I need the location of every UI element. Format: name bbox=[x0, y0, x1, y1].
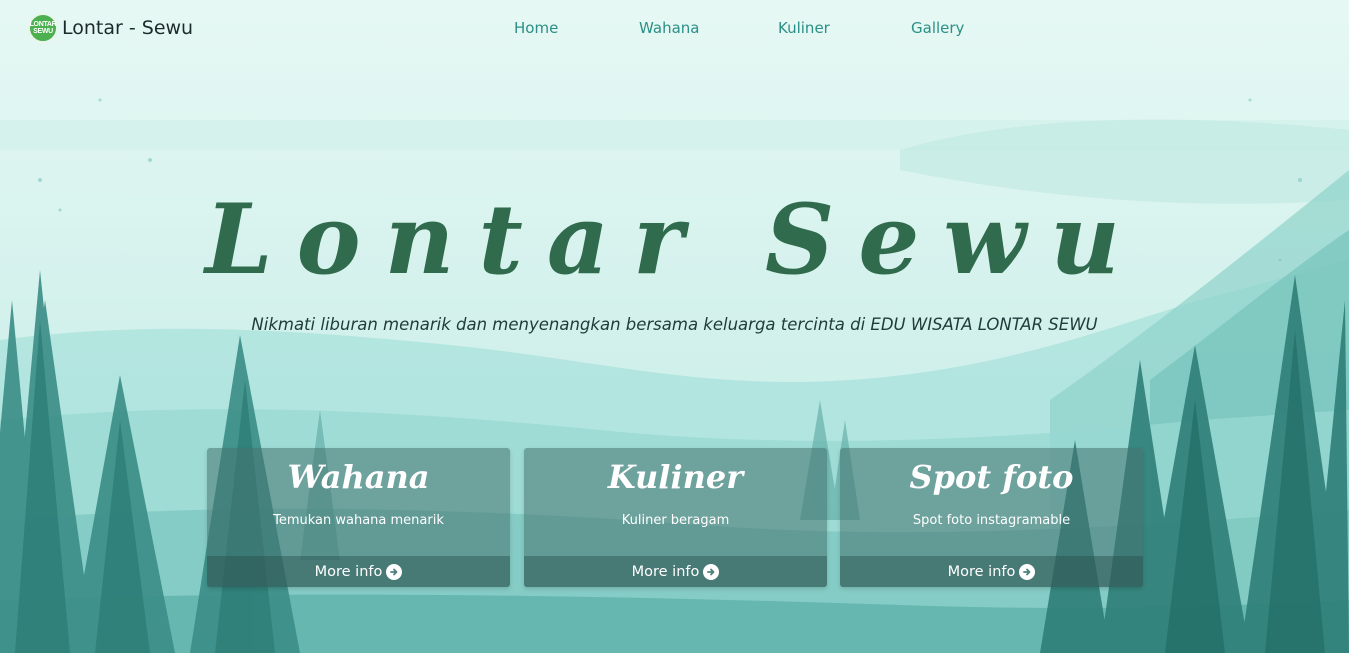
hero-title: Lontar Sewu bbox=[205, 183, 1144, 296]
nav-item-home[interactable]: Home bbox=[514, 19, 558, 37]
nav-item-kuliner[interactable]: Kuliner bbox=[778, 19, 830, 37]
arrow-circle-right-icon bbox=[1019, 563, 1036, 580]
card-kuliner: Kuliner Kuliner beragam More info bbox=[524, 448, 827, 587]
card-description: Spot foto instagramable bbox=[912, 513, 1071, 528]
card-title: Kuliner bbox=[607, 458, 744, 496]
more-info-link[interactable]: More info bbox=[524, 556, 827, 587]
more-info-link[interactable]: More info bbox=[840, 556, 1143, 587]
more-info-link[interactable]: More info bbox=[207, 556, 510, 587]
card-title: Wahana bbox=[287, 458, 430, 496]
card-title: Spot foto bbox=[909, 458, 1074, 496]
arrow-circle-right-icon bbox=[703, 563, 720, 580]
card-spot-foto: Spot foto Spot foto instagramable More i… bbox=[840, 448, 1143, 587]
card-description: Kuliner beragam bbox=[621, 513, 730, 528]
nav-item-gallery[interactable]: Gallery bbox=[911, 19, 964, 37]
more-info-label: More info bbox=[631, 563, 700, 580]
more-info-label: More info bbox=[947, 563, 1016, 580]
more-info-label: More info bbox=[314, 563, 383, 580]
card-description: Temukan wahana menarik bbox=[273, 513, 444, 528]
arrow-circle-right-icon bbox=[386, 563, 403, 580]
card-wahana: Wahana Temukan wahana menarik More info bbox=[207, 448, 510, 587]
navbar: LONTAR SEWU Lontar - Sewu Home Wahana Ku… bbox=[0, 0, 1349, 56]
hero-subtitle: Nikmati liburan menarik dan menyenangkan… bbox=[251, 315, 1098, 334]
nav-menu: Home Wahana Kuliner Gallery bbox=[0, 19, 1349, 39]
nav-item-wahana[interactable]: Wahana bbox=[639, 19, 699, 37]
